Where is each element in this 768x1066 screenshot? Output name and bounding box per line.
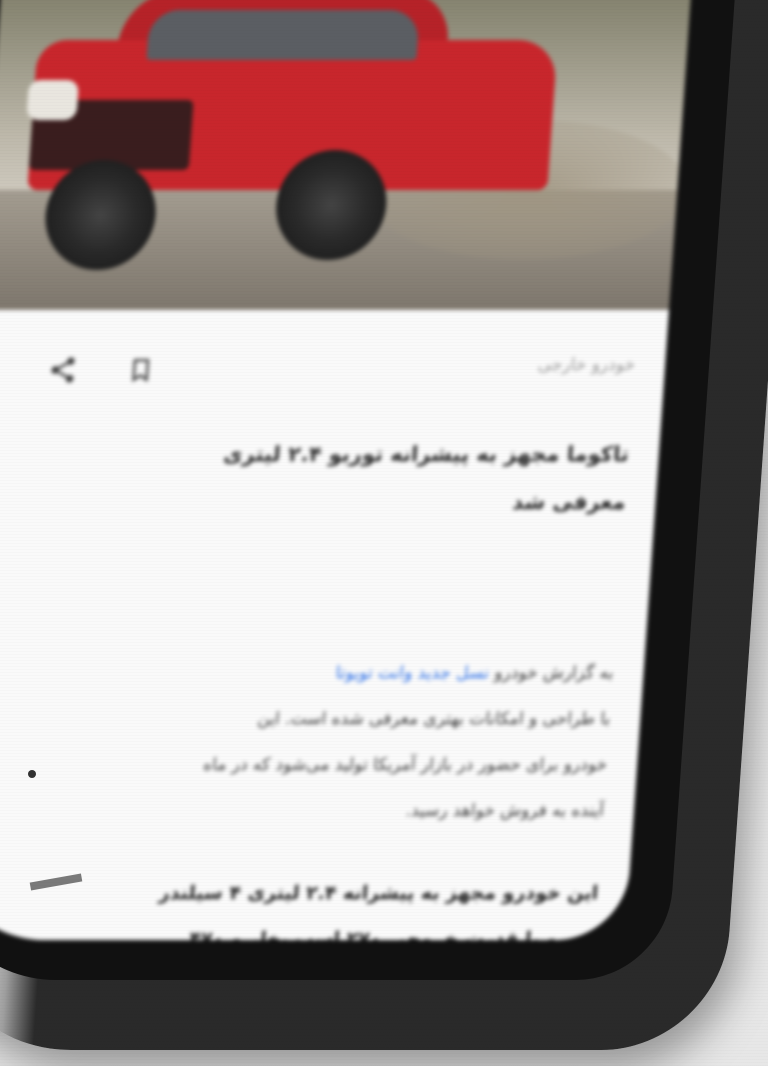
truck-window <box>146 10 420 60</box>
paragraph-line: آینده به فروش خواهد رسید. <box>405 801 605 821</box>
article-title-line: معرفی شد <box>511 490 627 514</box>
article-title: تاکوما مجهز به پیشرانه توربو ۲.۴ لیتری م… <box>164 430 631 526</box>
article-paragraph: به گزارش خودرو نسل جدید وانت تویوتا با ط… <box>2 650 615 834</box>
article-content: خودرو خارجی تاکوما مجهز به پیشرانه توربو… <box>0 310 669 940</box>
paragraph-line: به گزارش خودرو نسل جدید وانت تویوتا <box>12 650 615 696</box>
article-inline-link[interactable]: نسل جدید وانت تویوتا <box>335 663 490 683</box>
bookmark-icon <box>132 359 150 382</box>
phone-bezel: خودرو خارجی تاکوما مجهز به پیشرانه توربو… <box>0 0 741 980</box>
article-title-line: تاکوما مجهز به پیشرانه توربو ۲.۴ لیتری <box>222 442 630 466</box>
phone-screen: خودرو خارجی تاکوما مجهز به پیشرانه توربو… <box>0 0 697 940</box>
bookmark-button[interactable] <box>121 352 160 388</box>
article-actions <box>43 352 160 388</box>
hero-image <box>0 0 697 310</box>
paragraph-line: خودرو برای حضور در بازار آمریکا تولید می… <box>202 755 608 775</box>
share-button[interactable] <box>43 352 82 388</box>
paragraph-text: به گزارش خودرو <box>493 663 615 683</box>
scene: خودرو خارجی تاکوما مجهز به پیشرانه توربو… <box>0 0 768 1066</box>
paragraph-line: با طراحی و امکانات بهتری معرفی شده است. … <box>256 709 612 729</box>
truck-headlight <box>26 80 80 120</box>
article-category[interactable]: خودرو خارجی <box>537 355 636 375</box>
paragraph-line: توربو با قدرت خروجی ۲۷۰ اسب بخار و ۴۷۰ <box>188 928 596 940</box>
article-paragraph-2: این خودرو مجهز به پیشرانه ۲.۴ لیتری ۴ سی… <box>0 870 600 940</box>
phone-side-button <box>28 770 36 778</box>
share-icon <box>51 357 75 383</box>
paragraph-line: این خودرو مجهز به پیشرانه ۲.۴ لیتری ۴ سی… <box>158 882 599 904</box>
phone-frame: خودرو خارجی تاکوما مجهز به پیشرانه توربو… <box>0 0 768 1050</box>
